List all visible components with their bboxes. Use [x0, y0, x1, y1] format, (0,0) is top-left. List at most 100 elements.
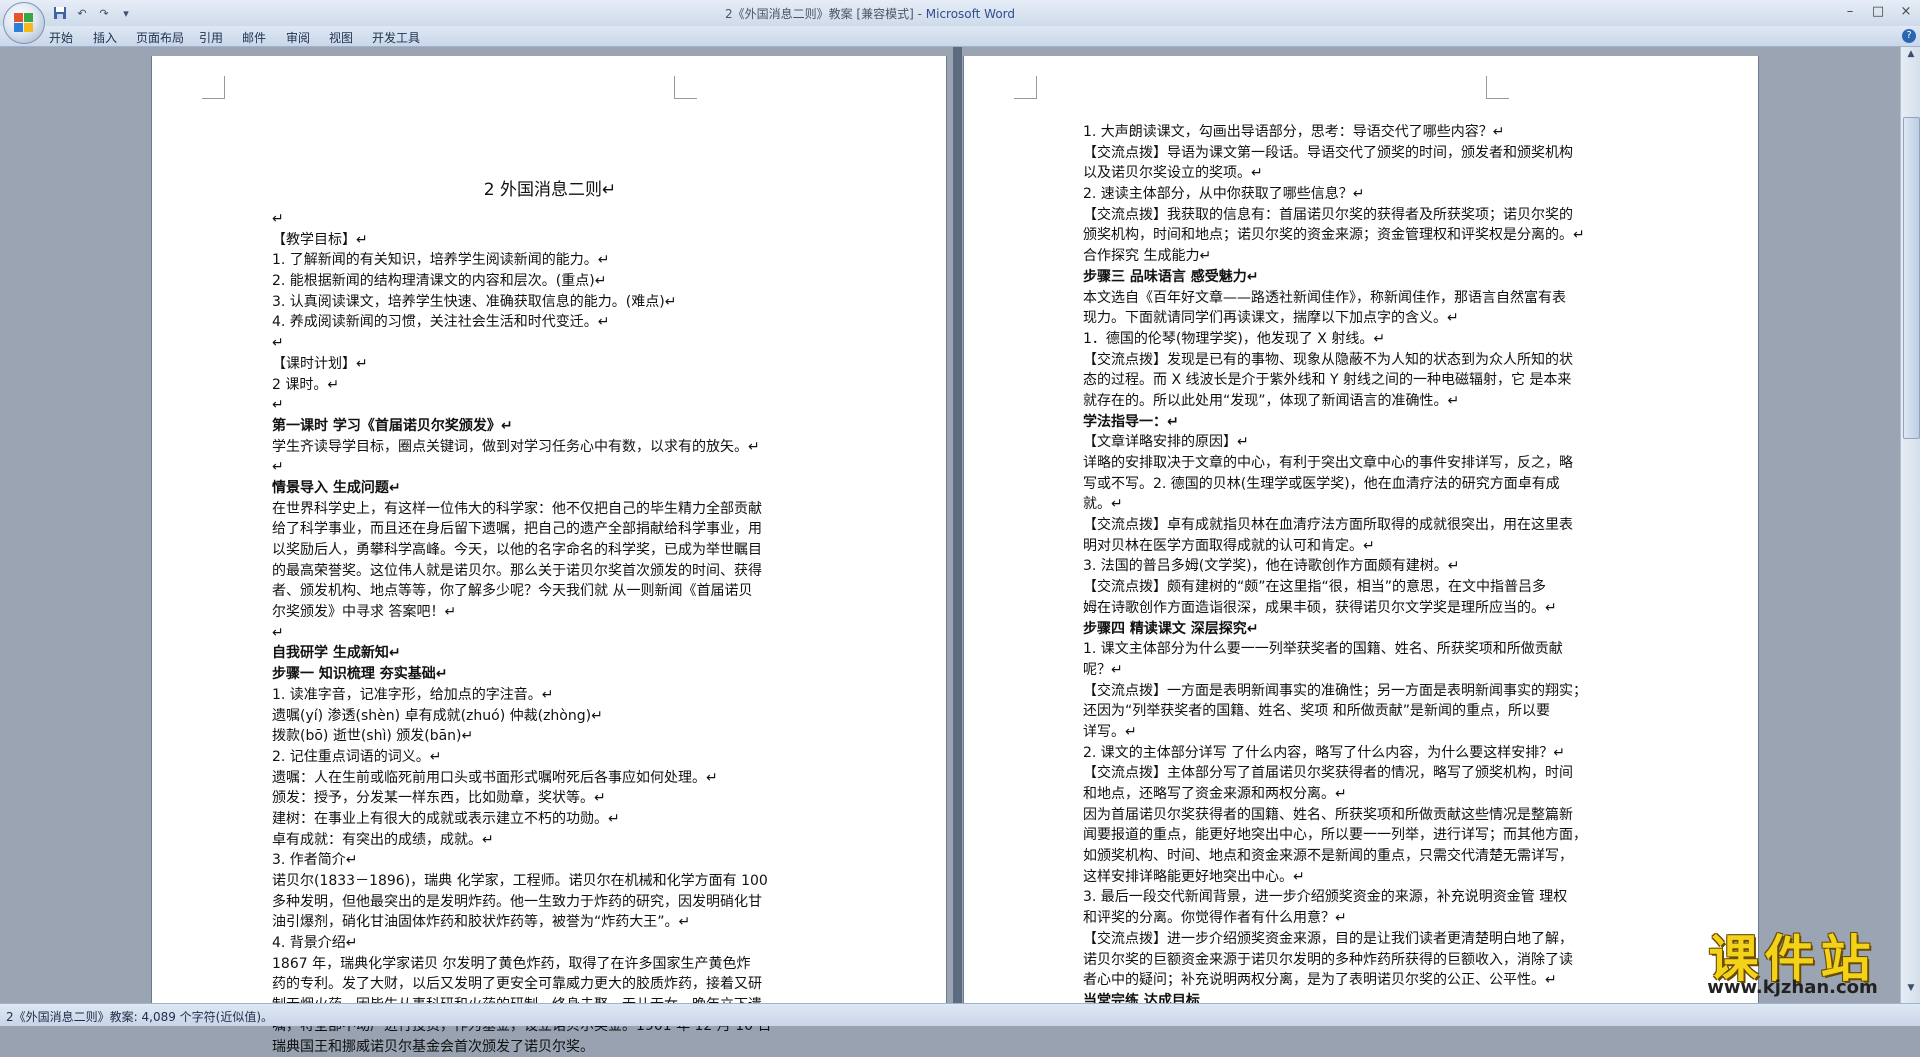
help-icon[interactable]: ?	[1902, 29, 1916, 43]
tab-home[interactable]: 开始	[49, 29, 73, 46]
paragraph-line: 和地点，还略写了资金来源和两权分离。↵	[1083, 784, 1657, 805]
paragraph-line: 4. 养成阅读新闻的习惯，关注社会生活和时代变迁。↵	[272, 312, 828, 333]
crop-mark	[1486, 76, 1509, 99]
paragraph-line: 【交流点拨】主体部分写了首届诺贝尔奖获得者的情况，略写了颁奖机构，时间	[1083, 763, 1657, 784]
paragraph-line: 2 外国消息二则↵	[272, 175, 828, 205]
watermark-url: www.kjzhan.com	[1665, 977, 1920, 998]
paragraph-line: 因为首届诺贝尔奖获得者的国籍、姓名、所获奖项和所做贡献这些情况是整篇新	[1083, 805, 1657, 826]
paragraph-line: 【课时计划】↵	[272, 354, 828, 375]
application-name: Microsoft Word	[926, 7, 1015, 21]
paragraph-line: 合作探究 生成能力↵	[1083, 246, 1657, 267]
close-icon[interactable]: ×	[1892, 0, 1920, 22]
paragraph-line: 就存在的。所以此处用“发现”，体现了新闻语言的准确性。↵	[1083, 391, 1657, 412]
paragraph-line: 步骤一 知识梳理 夯实基础↵	[272, 664, 828, 685]
paragraph-line: 尔奖颁发》中寻求 答案吧！↵	[272, 602, 828, 623]
right-page-text[interactable]: 1. 大声朗读课文，勾画出导语部分，思考：导语交代了哪些内容？↵【交流点拨】导语…	[1083, 122, 1657, 1012]
paragraph-line: 者心中的疑问；补充说明两权分离，是为了表明诺贝尔奖的公正、公平性。↵	[1083, 970, 1657, 991]
minimize-icon[interactable]: –	[1836, 0, 1864, 22]
window-controls: – □ ×	[1836, 0, 1920, 22]
tab-view[interactable]: 视图	[329, 29, 353, 46]
paragraph-line: 3. 法国的普吕多姆(文学奖)，他在诗歌创作方面颇有建树。↵	[1083, 556, 1657, 577]
paragraph-line: 4. 背景介绍↵	[272, 933, 828, 954]
paragraph-line: 详略的安排取决于文章的中心，有利于突出文章中心的事件安排详写，反之，略	[1083, 453, 1657, 474]
paragraph-line: 1. 了解新闻的有关知识，培养学生阅读新闻的能力。↵	[272, 250, 828, 271]
paragraph-line: 卓有成就：有突出的成绩，成就。↵	[272, 830, 828, 851]
tab-review[interactable]: 审阅	[286, 29, 310, 46]
paragraph-line: 以及诺贝尔奖设立的奖项。↵	[1083, 163, 1657, 184]
tab-references[interactable]: 引用	[199, 29, 223, 46]
tab-mailings[interactable]: 邮件	[242, 29, 266, 46]
crop-mark	[674, 76, 697, 99]
paragraph-line: 诺贝尔奖的巨额资金来源于诺贝尔发明的多种炸药所获得的巨额收入，消除了读	[1083, 950, 1657, 971]
paragraph-line: ↵	[272, 395, 828, 416]
paragraph-line: 以奖励后人，勇攀科学高峰。今天，以他的名字命名的科学奖，已成为举世瞩目	[272, 540, 828, 561]
paragraph-line: 瑞典国王和挪威诺贝尔基金会首次颁发了诺贝尔奖。	[272, 1037, 828, 1057]
paragraph-line: 【交流点拨】发现是已有的事物、现象从隐蔽不为人知的状态到为众人所知的状	[1083, 350, 1657, 371]
paragraph-line: 详写。↵	[1083, 722, 1657, 743]
paragraph-line: 2. 记住重点词语的词义。↵	[272, 747, 828, 768]
paragraph-line: 诺贝尔(1833－1896)，瑞典 化学家，工程师。诺贝尔在机械和化学方面有 1…	[272, 871, 828, 892]
paragraph-line: 【交流点拨】一方面是表明新闻事实的准确性；另一方面是表明新闻事实的翔实；	[1083, 681, 1657, 702]
paragraph-line: 【教学目标】↵	[272, 230, 828, 251]
status-bar: 2《外国消息二则》教案: 4,089 个字符(近似值)。	[0, 1003, 1920, 1026]
watermark: 课件站 www.kjzhan.com	[1665, 919, 1920, 1003]
paragraph-line: 在世界科学史上，有这样一位伟大的科学家：他不仅把自己的毕生精力全部贡献	[272, 499, 828, 520]
title-bar: ↶ ↷ ▾ 2《外国消息二则》教案 [兼容模式] - Microsoft Wor…	[0, 0, 1920, 27]
paragraph-line: 写或不写。2. 德国的贝林(生理学或医学奖)，他在血清疗法的研究方面卓有成	[1083, 474, 1657, 495]
paragraph-line: 遗嘱(yí) 渗透(shèn) 卓有成就(zhuó) 仲裁(zhòng)↵	[272, 706, 828, 727]
maximize-icon[interactable]: □	[1864, 0, 1892, 22]
pane-splitter[interactable]	[953, 47, 962, 1003]
tab-developer[interactable]: 开发工具	[372, 29, 420, 46]
paragraph-line: 【交流点拨】导语为课文第一段话。导语交代了颁奖的时间，颁发者和颁奖机构	[1083, 143, 1657, 164]
paragraph-line: 态的过程。而 X 线波长是介于紫外线和 Y 射线之间的一种电磁辐射，它 是本来	[1083, 370, 1657, 391]
paragraph-line: 遗嘱：人在生前或临死前用口头或书面形式嘱咐死后各事应如何处理。↵	[272, 768, 828, 789]
paragraph-line: ↵	[272, 457, 828, 478]
paragraph-line: 3. 最后一段交代新闻背景，进一步介绍颁奖资金的来源，补充说明资金管 理权	[1083, 887, 1657, 908]
paragraph-line: 步骤三 品味语言 感受魅力↵	[1083, 267, 1657, 288]
paragraph-line: 本文选自《百年好文章——路透社新闻佳作》，称新闻佳作，那语言自然富有表	[1083, 288, 1657, 309]
paragraph-line: 建树：在事业上有很大的成就或表示建立不朽的功勋。↵	[272, 809, 828, 830]
paragraph-line: 第一课时 学习《首届诺贝尔奖颁发》↵	[272, 416, 828, 437]
crop-mark	[202, 76, 225, 99]
vertical-scrollbar[interactable]: ▲ ▼	[1900, 47, 1920, 1003]
paragraph-line: 1．德国的伦琴(物理学奖)，他发现了 X 射线。↵	[1083, 329, 1657, 350]
paragraph-line: 【交流点拨】我获取的信息有：首届诺贝尔奖的获得者及所获奖项；诺贝尔奖的	[1083, 205, 1657, 226]
paragraph-line: 1. 读准字音，记准字形，给加点的字注音。↵	[272, 685, 828, 706]
ribbon-tabs: 开始 插入 页面布局 引用 邮件 审阅 视图 开发工具 ?	[0, 26, 1920, 47]
paragraph-line: 现力。下面就请同学们再读课文，揣摩以下加点字的含义。↵	[1083, 308, 1657, 329]
paragraph-line: 这样安排详略能更好地突出中心。↵	[1083, 867, 1657, 888]
paragraph-line: 给了科学事业，而且还在身后留下遗嘱，把自己的遗产全部捐献给科学事业，用	[272, 519, 828, 540]
paragraph-line: 颁发：授予，分发某一样东西，比如勋章，奖状等。↵	[272, 788, 828, 809]
paragraph-line: 2. 能根据新闻的结构理清课文的内容和层次。(重点)↵	[272, 271, 828, 292]
scrollbar-thumb[interactable]	[1903, 117, 1920, 439]
paragraph-line: 就。↵	[1083, 494, 1657, 515]
tab-page-layout[interactable]: 页面布局	[136, 29, 184, 46]
paragraph-line: 颁奖机构，时间和地点；诺贝尔奖的资金来源；资金管理权和评奖权是分离的。↵	[1083, 225, 1657, 246]
document-page-left[interactable]: 2 外国消息二则↵↵【教学目标】↵1. 了解新闻的有关知识，培养学生阅读新闻的能…	[152, 56, 946, 1003]
paragraph-line: 明对贝林在医学方面取得成就的认可和肯定。↵	[1083, 536, 1657, 557]
tab-insert[interactable]: 插入	[93, 29, 117, 46]
paragraph-line: 闻要报道的重点，能更好地突出中心，所以要一一列举，进行详写；而其他方面，	[1083, 825, 1657, 846]
scroll-up-icon[interactable]: ▲	[1901, 49, 1920, 59]
office-button[interactable]	[3, 2, 45, 44]
paragraph-line: 自我研学 生成新知↵	[272, 643, 828, 664]
paragraph-line: 学法指导一：↵	[1083, 412, 1657, 433]
paragraph-line: ↵	[272, 209, 828, 230]
paragraph-line: 的最高荣誉奖。这位伟人就是诺贝尔。那么关于诺贝尔奖首次颁发的时间、获得	[272, 561, 828, 582]
paragraph-line: 者、颁发机构、地点等等，你了解多少呢？今天我们就 从一则新闻《首届诺贝	[272, 581, 828, 602]
paragraph-line: 呢？↵	[1083, 660, 1657, 681]
paragraph-line: 【文章详略安排的原因】↵	[1083, 432, 1657, 453]
office-logo-icon	[14, 13, 34, 33]
paragraph-line: 油引爆剂，硝化甘油固体炸药和胶状炸药等，被誉为“炸药大王”。↵	[272, 912, 828, 933]
paragraph-line: 3. 作者简介↵	[272, 850, 828, 871]
paragraph-line: ↵	[272, 623, 828, 644]
paragraph-line: 步骤四 精读课文 深层探究↵	[1083, 619, 1657, 640]
paragraph-line: 2 课时。↵	[272, 375, 828, 396]
paragraph-line: 2. 速读主体部分，从中你获取了哪些信息？↵	[1083, 184, 1657, 205]
paragraph-line: 如颁奖机构、时间、地点和资金来源不是新闻的重点，只需交代清楚无需详写，	[1083, 846, 1657, 867]
paragraph-line: 情景导入 生成问题↵	[272, 478, 828, 499]
document-page-right[interactable]: 1. 大声朗读课文，勾画出导语部分，思考：导语交代了哪些内容？↵【交流点拨】导语…	[964, 56, 1758, 1003]
paragraph-line: 还因为“列举获奖者的国籍、姓名、奖项 和所做贡献”是新闻的重点，所以要	[1083, 701, 1657, 722]
status-word-count[interactable]: 2《外国消息二则》教案: 4,089 个字符(近似值)。	[6, 1008, 273, 1025]
left-page-text[interactable]: 2 外国消息二则↵↵【教学目标】↵1. 了解新闻的有关知识，培养学生阅读新闻的能…	[272, 182, 828, 1057]
